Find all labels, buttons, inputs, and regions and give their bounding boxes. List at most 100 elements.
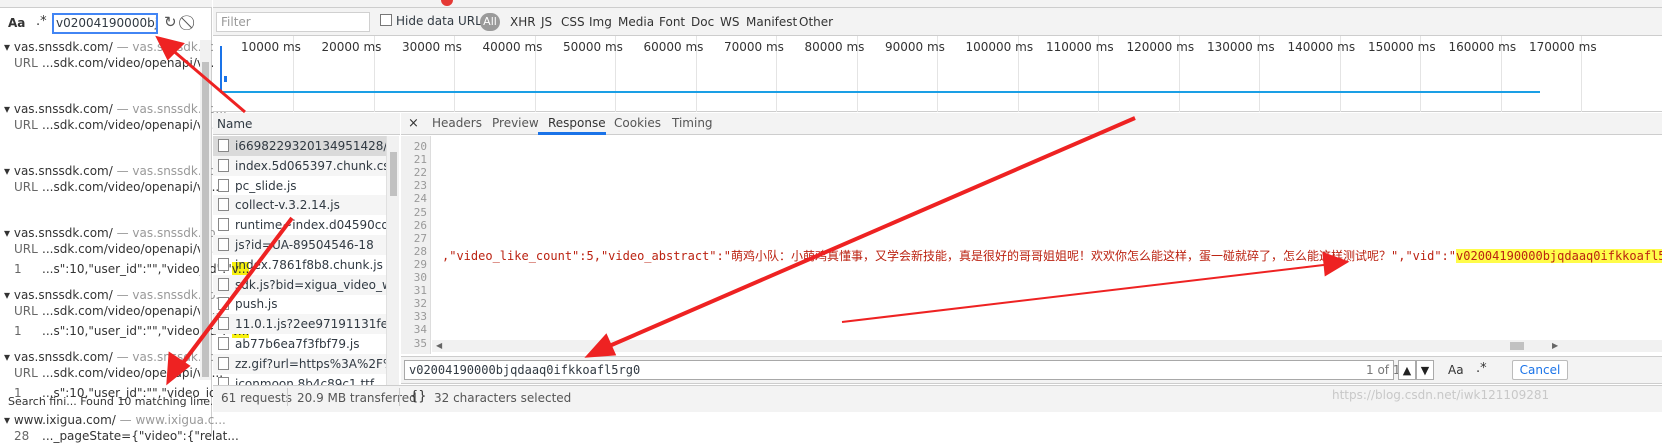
- collapse-triangle-icon[interactable]: ▾: [4, 102, 14, 116]
- result-file[interactable]: ▾ vas.snssdk.com/ — vas.snssdk.co...: [4, 164, 227, 178]
- scroll-left-icon[interactable]: ◀: [436, 341, 442, 350]
- regex-toggle[interactable]: .*: [36, 14, 47, 29]
- find-input[interactable]: v02004190000bjqdaaq0ifkkoafl5rg0: [404, 360, 1394, 380]
- file-icon: [218, 356, 229, 370]
- tab-timing[interactable]: Timing: [672, 116, 713, 130]
- tab-cookies[interactable]: Cookies: [614, 116, 661, 130]
- result-line[interactable]: URL ...sdk.com/video/openapi/v1...: [14, 304, 223, 318]
- result-line-text: ...sdk.com/video/openapi/v1...: [42, 366, 224, 380]
- arrow-line: [841, 263, 1333, 323]
- filter-media-button[interactable]: Media: [618, 15, 654, 29]
- pretty-print-icon[interactable]: {}: [410, 389, 427, 404]
- filter-doc-button[interactable]: Doc: [691, 15, 714, 29]
- find-cancel-button[interactable]: Cancel: [1512, 360, 1568, 380]
- search-input[interactable]: v02004190000bjqdaq0ifkkoafl5rg0: [52, 13, 158, 34]
- hide-data-urls-checkbox[interactable]: Hide data URLs: [380, 14, 488, 28]
- line-number: 23: [413, 179, 427, 193]
- request-row[interactable]: pc_slide.js: [213, 176, 386, 196]
- request-row[interactable]: i6698229320134951428/: [213, 136, 386, 156]
- result-file-name: vas.snssdk.com/: [13, 40, 113, 54]
- result-file-name: vas.snssdk.com/: [13, 288, 113, 302]
- filter-xhr-button[interactable]: XHR: [510, 15, 536, 29]
- name-column-header[interactable]: Name: [213, 113, 400, 135]
- scroll-thumb[interactable]: [202, 62, 209, 377]
- collapse-triangle-icon[interactable]: ▾: [4, 40, 14, 54]
- result-file-name: vas.snssdk.com/: [13, 226, 113, 240]
- request-row[interactable]: runtime~index.d04590cd.js: [213, 215, 386, 235]
- request-row[interactable]: zz.gif?url=https%3A%2F%2Fw: [213, 353, 386, 374]
- tab-response[interactable]: Response: [548, 116, 606, 130]
- timeline-tick-label: 50000 ms: [563, 40, 623, 54]
- timeline-tick-label: 170000 ms: [1529, 40, 1597, 54]
- result-line[interactable]: URL ...sdk.com/video/openapi/v1...: [14, 118, 223, 132]
- timeline-tick-label: 100000 ms: [965, 40, 1034, 54]
- result-line[interactable]: URL ...sdk.com/video/openapi/v1...: [14, 242, 223, 256]
- filter-input[interactable]: Filter: [216, 12, 370, 32]
- filter-ws-button[interactable]: WS: [720, 15, 739, 29]
- result-line-label: URL: [14, 366, 38, 380]
- file-icon: [218, 277, 229, 291]
- request-name: push.js: [235, 297, 278, 312]
- request-row[interactable]: push.js: [213, 294, 386, 314]
- checkbox-icon[interactable]: [380, 14, 392, 26]
- search-results-scrollbar[interactable]: [200, 40, 211, 380]
- close-icon[interactable]: ×: [408, 116, 419, 131]
- result-line-label: URL: [14, 56, 38, 70]
- filter-css-button[interactable]: CSS: [561, 15, 585, 29]
- filter-other-button[interactable]: Other: [799, 15, 833, 29]
- collapse-triangle-icon[interactable]: ▾: [4, 226, 14, 240]
- result-file[interactable]: ▾ vas.snssdk.com/ — vas.snssdk.co...: [4, 102, 227, 116]
- refresh-icon[interactable]: ↻: [164, 13, 177, 31]
- result-line-label: 28: [14, 429, 30, 443]
- result-line[interactable]: URL ...sdk.com/video/openapi/v1...: [14, 180, 223, 194]
- find-match-case-toggle[interactable]: Aa: [1448, 363, 1464, 377]
- file-icon: [218, 297, 229, 311]
- request-name: zz.gif?url=https%3A%2F%2Fw: [235, 356, 386, 371]
- line-number: 34: [413, 323, 427, 337]
- request-row[interactable]: ab77b6ea7f3fbf79.js: [213, 334, 386, 354]
- collapse-triangle-icon[interactable]: ▾: [4, 413, 14, 427]
- result-line[interactable]: 28 ..._pageState={"video":{"relat...: [14, 429, 239, 443]
- match-case-toggle[interactable]: Aa: [8, 16, 25, 30]
- find-next-button[interactable]: ▼: [1416, 360, 1434, 380]
- result-file[interactable]: ▾ vas.snssdk.com/ — vas.snssdk.co...: [4, 226, 227, 240]
- request-row[interactable]: sdk.js?bid=xigua_video_web_p: [213, 274, 386, 295]
- filter-img-button[interactable]: Img: [589, 15, 612, 29]
- collapse-triangle-icon[interactable]: ▾: [4, 288, 14, 302]
- timeline-tick-label: 110000 ms: [1046, 40, 1114, 54]
- result-file[interactable]: ▾ www.ixigua.com/ — www.ixigua.c...: [4, 413, 226, 427]
- scroll-thumb[interactable]: [1510, 342, 1524, 350]
- search-panel-header: [0, 0, 212, 8]
- collapse-triangle-icon[interactable]: ▾: [4, 164, 14, 178]
- result-line[interactable]: URL ...sdk.com/video/openapi/v...: [14, 56, 214, 70]
- request-row[interactable]: js?id=UA-89504546-18: [213, 235, 386, 255]
- request-row[interactable]: collect-v.3.2.14.js: [213, 195, 386, 216]
- request-list-scrollbar[interactable]: [386, 136, 399, 388]
- timeline-tick-label: 20000 ms: [321, 40, 382, 54]
- result-line-text: ...sdk.com/video/openapi/v1...: [42, 242, 224, 256]
- filter-js-button[interactable]: JS: [541, 15, 552, 29]
- tab-preview[interactable]: Preview: [492, 116, 539, 130]
- scroll-thumb[interactable]: [390, 152, 397, 196]
- filter-manifest-button[interactable]: Manifest: [746, 15, 797, 29]
- scroll-right-icon[interactable]: ▶: [1552, 341, 1558, 350]
- result-file[interactable]: ▾ vas.snssdk.com/ — vas.snssdk.co...: [4, 350, 227, 364]
- find-previous-button[interactable]: ▲: [1398, 360, 1416, 380]
- filter-font-button[interactable]: Font: [659, 15, 685, 29]
- horizontal-scrollbar[interactable]: [432, 340, 1662, 352]
- result-file[interactable]: ▾ vas.snssdk.com/ — vas.snssdk.co...: [4, 288, 227, 302]
- line-number: 20: [413, 140, 427, 153]
- find-regex-toggle[interactable]: .*: [1476, 361, 1487, 376]
- collapse-triangle-icon[interactable]: ▾: [4, 350, 14, 364]
- line-number: 22: [413, 166, 427, 180]
- request-row[interactable]: index.7861f8b8.chunk.js: [213, 255, 386, 275]
- record-icon[interactable]: [441, 0, 453, 6]
- request-row[interactable]: 11.0.1.js?2ee97191131feb2e40: [213, 314, 386, 335]
- result-line-text: ...sdk.com/video/openapi/v1...: [42, 304, 224, 318]
- result-line[interactable]: URL ...sdk.com/video/openapi/v1...: [14, 366, 223, 380]
- request-row[interactable]: index.5d065397.chunk.css: [213, 155, 386, 176]
- filter-all-button[interactable]: All: [480, 13, 500, 31]
- result-line-text: ...sdk.com/video/openapi/v1...: [42, 180, 224, 194]
- tab-headers[interactable]: Headers: [432, 116, 482, 130]
- result-file[interactable]: ▾ vas.snssdk.com/ — vas.snssdk.co...: [4, 40, 227, 54]
